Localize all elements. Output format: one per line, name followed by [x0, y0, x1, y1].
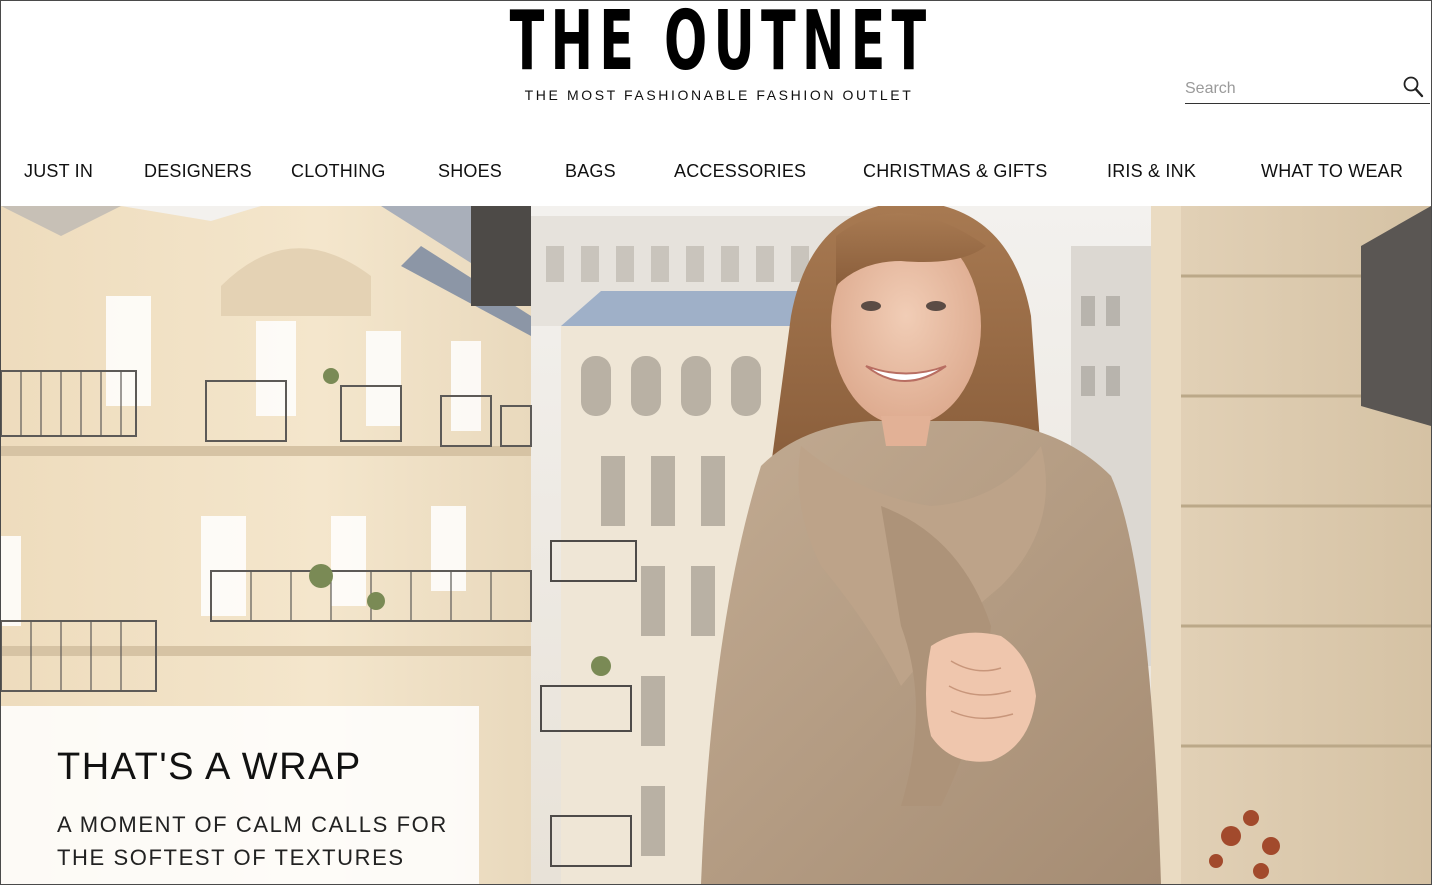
nav-item-bags[interactable]: BAGS — [565, 161, 616, 182]
page-frame: THE OUTNET THE MOST FASHIONABLE FASHION … — [0, 0, 1432, 885]
hero-banner[interactable]: THAT'S A WRAP A MOMENT OF CALM CALLS FOR… — [1, 206, 1431, 884]
promo-subtitle: A MOMENT OF CALM CALLS FOR THE SOFTEST O… — [57, 812, 448, 870]
nav-item-clothing[interactable]: CLOTHING — [291, 161, 386, 182]
nav-item-what-to-wear[interactable]: WHAT TO WEAR — [1261, 161, 1403, 182]
nav-item-christmas-gifts[interactable]: CHRISTMAS & GIFTS — [863, 161, 1047, 182]
promo-title: THAT'S A WRAP — [57, 746, 362, 788]
nav-item-designers[interactable]: DESIGNERS — [144, 161, 252, 182]
search-input[interactable] — [1185, 77, 1395, 101]
site-tagline: THE MOST FASHIONABLE FASHION OUTLET — [524, 87, 914, 103]
site-header: THE OUTNET THE MOST FASHIONABLE FASHION … — [1, 1, 1431, 141]
nav-item-accessories[interactable]: ACCESSORIES — [674, 161, 806, 182]
site-logo[interactable]: THE OUTNET — [510, 1, 927, 83]
search-box — [1185, 73, 1430, 104]
nav-item-iris-ink[interactable]: IRIS & INK — [1107, 161, 1196, 182]
nav-item-shoes[interactable]: SHOES — [438, 161, 502, 182]
promo-box[interactable]: THAT'S A WRAP A MOMENT OF CALM CALLS FOR… — [1, 706, 479, 884]
main-nav: JUST IN DESIGNERS CLOTHING SHOES BAGS AC… — [1, 141, 1431, 205]
nav-item-just-in[interactable]: JUST IN — [24, 161, 93, 182]
search-icon[interactable] — [1402, 75, 1424, 99]
